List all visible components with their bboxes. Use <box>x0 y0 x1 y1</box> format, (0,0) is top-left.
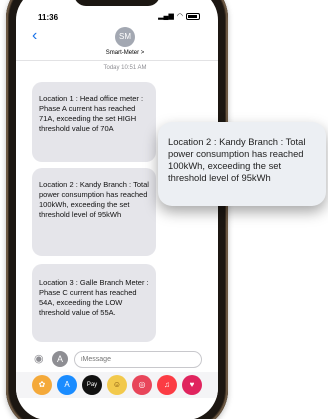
back-chevron-icon[interactable]: ‹ <box>32 27 37 45</box>
battery-icon <box>186 12 200 20</box>
contact-avatar[interactable]: SM <box>115 27 135 47</box>
status-icons: ▂▄▆ ◠ <box>158 12 200 20</box>
apple-pay-icon[interactable]: Pay <box>82 375 102 395</box>
search-images-icon[interactable]: ◎ <box>132 375 152 395</box>
photos-app-icon[interactable]: ✿ <box>32 375 52 395</box>
highlighted-message-callout: Location 2 : Kandy Branch : Total power … <box>158 122 326 206</box>
header-divider <box>16 60 218 61</box>
phone-screen: 11:36 ▂▄▆ ◠ ‹ SM Smart-Meter > Today 10:… <box>16 0 218 419</box>
notch <box>74 0 160 6</box>
app-store-icon[interactable]: A <box>57 375 77 395</box>
message-bubble[interactable]: Location 1 : Head office meter : Phase A… <box>32 82 156 162</box>
message-bubble[interactable]: Location 3 : Galle Branch Meter : Phase … <box>32 264 156 342</box>
status-time: 11:36 <box>38 13 59 22</box>
camera-icon[interactable]: ◉ <box>34 353 48 365</box>
message-bubble[interactable]: Location 2 : Kandy Branch : Total power … <box>32 168 156 256</box>
signal-icon: ▂▄▆ <box>158 13 174 20</box>
message-input[interactable] <box>74 351 202 368</box>
app-store-button-icon[interactable]: A <box>52 351 68 367</box>
thread-timestamp: Today 10:51 AM <box>103 65 147 71</box>
contact-name[interactable]: Smart-Meter > <box>76 50 174 56</box>
heart-sticker-icon[interactable]: ♥ <box>182 375 202 395</box>
phone-frame: 11:36 ▂▄▆ ◠ ‹ SM Smart-Meter > Today 10:… <box>6 0 228 419</box>
compose-bar: ◉ A <box>16 350 218 370</box>
memoji-icon[interactable]: ☺ <box>107 375 127 395</box>
app-drawer: ✿ A Pay ☺ ◎ ♫ ♥ <box>16 372 218 398</box>
wifi-icon: ◠ <box>176 13 183 20</box>
music-icon[interactable]: ♫ <box>157 375 177 395</box>
